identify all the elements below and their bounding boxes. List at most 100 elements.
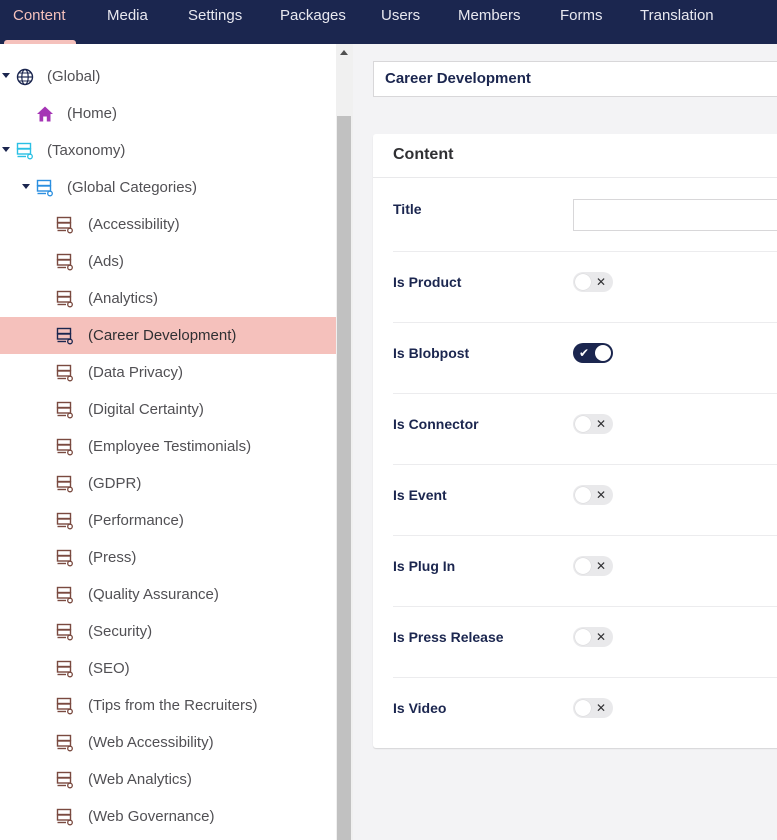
home-icon — [37, 106, 53, 122]
category-icon — [56, 549, 73, 567]
tree-item-label: (Global Categories) — [67, 179, 198, 196]
tree-item-performance[interactable]: (Performance) — [0, 502, 336, 539]
tree-item-label: (Tips from the Recruiters) — [88, 697, 258, 714]
tree-item-security[interactable]: (Security) — [0, 613, 336, 650]
caret-down-icon[interactable] — [22, 184, 30, 189]
tree-item-label: (Employee Testimonials) — [88, 438, 252, 455]
tree-item-seo[interactable]: (SEO) — [0, 650, 336, 687]
tree-item-label: (Web Analytics) — [88, 771, 192, 788]
tree-item-data-privacy[interactable]: (Data Privacy) — [0, 354, 336, 391]
tree-item-label: (Analytics) — [88, 290, 159, 307]
tree-item-label: (Web Governance) — [88, 808, 215, 825]
tab-users[interactable]: Users — [381, 0, 420, 44]
tree-item-label: (Ads) — [88, 253, 124, 270]
toggle-knob — [575, 700, 591, 716]
tree-item-label: (Taxonomy) — [47, 142, 126, 159]
is-video-toggle[interactable]: ✕ — [573, 698, 613, 718]
category-icon — [56, 290, 73, 308]
tab-members[interactable]: Members — [458, 0, 521, 44]
tree-item-label: (Global) — [47, 68, 101, 85]
toggle-knob — [595, 345, 611, 361]
divider — [393, 393, 777, 394]
category-icon — [56, 586, 73, 604]
category-icon — [56, 623, 73, 641]
is-plug-in-toggle[interactable]: ✕ — [573, 556, 613, 576]
tree-item-digital-certainty[interactable]: (Digital Certainty) — [0, 391, 336, 428]
scroll-up-arrow-icon[interactable] — [340, 50, 348, 55]
is-product-toggle[interactable]: ✕ — [573, 272, 613, 292]
is-plug-in-label: Is Plug In — [393, 558, 456, 574]
category-icon — [56, 475, 73, 493]
is-press-release-toggle[interactable]: ✕ — [573, 627, 613, 647]
tree-item-employee-testimonials[interactable]: (Employee Testimonials) — [0, 428, 336, 465]
is-connector-label: Is Connector — [393, 416, 479, 432]
x-icon: ✕ — [596, 630, 607, 644]
tree-item-press[interactable]: (Press) — [0, 539, 336, 576]
tree-item-web-accessibility[interactable]: (Web Accessibility) — [0, 724, 336, 761]
category-folder-icon — [36, 179, 53, 197]
divider — [393, 606, 777, 607]
tree-item-label: (Security) — [88, 623, 153, 640]
tab-settings[interactable]: Settings — [188, 0, 242, 44]
divider — [393, 322, 777, 323]
divider — [393, 464, 777, 465]
check-icon: ✔ — [579, 346, 590, 360]
tree-scrollbar[interactable] — [336, 44, 353, 840]
category-icon — [56, 327, 73, 345]
caret-down-icon[interactable] — [2, 147, 10, 152]
is-connector-toggle[interactable]: ✕ — [573, 414, 613, 434]
globe-icon — [16, 68, 34, 86]
top-navigation: Content Media Settings Packages Users Me… — [0, 0, 777, 44]
toggle-knob — [575, 274, 591, 290]
tree-item-career-development[interactable]: (Career Development) — [0, 317, 336, 354]
category-icon — [56, 771, 73, 789]
is-event-toggle[interactable]: ✕ — [573, 485, 613, 505]
divider — [393, 535, 777, 536]
tab-content[interactable]: Content — [4, 0, 76, 44]
tree-item-taxonomy[interactable]: (Taxonomy) — [0, 132, 336, 169]
tree-item-label: (Career Development) — [88, 327, 237, 344]
tree-item-global-categories[interactable]: (Global Categories) — [0, 169, 336, 206]
category-icon — [56, 512, 73, 530]
tree-item-label: (Performance) — [88, 512, 184, 529]
card-header: Content — [373, 134, 777, 178]
tree-item-label: (SEO) — [88, 660, 130, 677]
title-label: Title — [393, 201, 422, 217]
is-blobpost-toggle[interactable]: ✔ — [573, 343, 613, 363]
toggle-knob — [575, 487, 591, 503]
tree-item-label: (Home) — [67, 105, 118, 122]
card-title: Content — [393, 146, 454, 163]
tree-item-label: (Digital Certainty) — [88, 401, 204, 418]
tab-media[interactable]: Media — [107, 0, 148, 44]
toggle-knob — [575, 416, 591, 432]
caret-down-icon[interactable] — [2, 73, 10, 78]
toggle-knob — [575, 629, 591, 645]
tree-item-web-analytics[interactable]: (Web Analytics) — [0, 761, 336, 798]
category-icon — [56, 253, 73, 271]
taxonomy-icon — [16, 142, 33, 160]
tree-item-tips-from-the-recruiters[interactable]: (Tips from the Recruiters) — [0, 687, 336, 724]
tree-item-accessibility[interactable]: (Accessibility) — [0, 206, 336, 243]
tree-item-label: (Accessibility) — [88, 216, 180, 233]
category-icon — [56, 734, 73, 752]
tab-translation[interactable]: Translation — [640, 0, 714, 44]
category-icon — [56, 438, 73, 456]
scrollbar-thumb[interactable] — [337, 116, 351, 840]
title-input[interactable] — [573, 199, 777, 231]
tree-item-gdpr[interactable]: (GDPR) — [0, 465, 336, 502]
tree-item-ads[interactable]: (Ads) — [0, 243, 336, 280]
is-press-release-label: Is Press Release — [393, 629, 504, 645]
tree-item-web-governance[interactable]: (Web Governance) — [0, 798, 336, 835]
tree-item-global[interactable]: (Global) — [0, 58, 336, 95]
node-name-input[interactable]: Career Development — [373, 61, 777, 97]
tab-packages[interactable]: Packages — [280, 0, 346, 44]
is-event-label: Is Event — [393, 487, 447, 503]
tree-item-analytics[interactable]: (Analytics) — [0, 280, 336, 317]
tab-forms[interactable]: Forms — [560, 0, 603, 44]
tree-item-home[interactable]: (Home) — [0, 95, 336, 132]
content-group-card: Content Title Is Product ✕ Is Blobpost ✔… — [373, 134, 777, 748]
is-product-label: Is Product — [393, 274, 462, 290]
tree-item-label: (Quality Assurance) — [88, 586, 219, 603]
tree-item-quality-assurance[interactable]: (Quality Assurance) — [0, 576, 336, 613]
x-icon: ✕ — [596, 701, 607, 715]
